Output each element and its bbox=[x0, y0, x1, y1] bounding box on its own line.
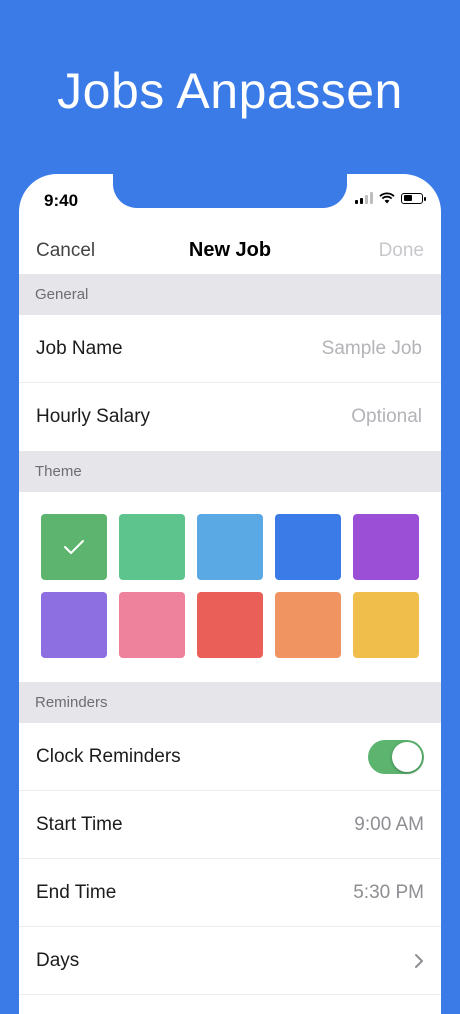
end-time-label: End Time bbox=[36, 881, 117, 903]
start-time-row[interactable]: Start Time 9:00 AM bbox=[19, 791, 441, 859]
job-name-row[interactable]: Job Name bbox=[19, 315, 441, 383]
days-row[interactable]: Days bbox=[19, 927, 441, 995]
toggle-knob bbox=[392, 741, 422, 772]
theme-swatch[interactable] bbox=[353, 592, 419, 658]
navigation-bar: Cancel New Job Done bbox=[19, 230, 441, 274]
clock-reminders-label: Clock Reminders bbox=[36, 745, 181, 767]
theme-swatch[interactable] bbox=[41, 514, 107, 580]
section-header-general: General bbox=[19, 274, 441, 315]
chevron-right-icon bbox=[415, 953, 423, 968]
job-name-label: Job Name bbox=[36, 337, 123, 359]
clock-reminders-row: Clock Reminders bbox=[19, 723, 441, 791]
theme-swatch[interactable] bbox=[197, 514, 263, 580]
theme-swatch[interactable] bbox=[119, 514, 185, 580]
hourly-salary-label: Hourly Salary bbox=[36, 406, 151, 427]
theme-swatch[interactable] bbox=[197, 592, 263, 658]
battery-icon bbox=[401, 192, 426, 204]
start-time-value[interactable]: 9:00 AM bbox=[354, 814, 424, 836]
theme-swatch[interactable] bbox=[41, 592, 107, 658]
headline: Jobs Anpassen bbox=[57, 63, 403, 119]
notch bbox=[113, 174, 347, 208]
section-header-theme: Theme bbox=[19, 451, 441, 492]
hourly-salary-row[interactable]: Hourly Salary bbox=[19, 383, 441, 451]
theme-swatch[interactable] bbox=[119, 592, 185, 658]
theme-swatch[interactable] bbox=[353, 514, 419, 580]
end-time-row[interactable]: End Time 5:30 PM bbox=[19, 859, 441, 927]
done-button[interactable]: Done bbox=[379, 240, 424, 262]
cellular-signal-icon bbox=[355, 192, 373, 204]
theme-swatch[interactable] bbox=[275, 514, 341, 580]
end-time-value[interactable]: 5:30 PM bbox=[353, 882, 424, 904]
start-time-label: Start Time bbox=[36, 813, 123, 835]
section-header-reminders: Reminders bbox=[19, 682, 441, 723]
checkmark-icon bbox=[41, 514, 107, 580]
wifi-icon bbox=[379, 192, 395, 204]
clock-reminders-toggle[interactable] bbox=[368, 739, 424, 774]
days-label: Days bbox=[36, 949, 80, 971]
job-name-input[interactable] bbox=[240, 336, 424, 361]
status-time: 9:40 bbox=[44, 191, 79, 210]
theme-color-grid bbox=[19, 490, 441, 682]
hourly-salary-input[interactable] bbox=[240, 405, 424, 429]
theme-swatch[interactable] bbox=[275, 592, 341, 658]
cancel-button[interactable]: Cancel bbox=[36, 240, 95, 262]
phone-screen: 9:40 Cancel New Job Done General Job Nam… bbox=[19, 174, 441, 1014]
status-icons bbox=[355, 192, 426, 204]
